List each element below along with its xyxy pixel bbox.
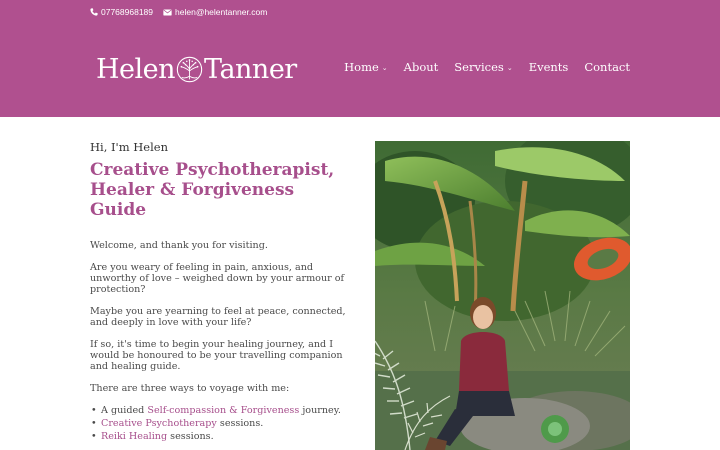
creative-psychotherapy-link[interactable]: Creative Psychotherapy bbox=[101, 418, 217, 429]
nav-label: Services bbox=[454, 60, 504, 74]
phone-icon bbox=[90, 8, 98, 16]
title-line-2: Healer & Forgiveness Guide bbox=[90, 180, 295, 220]
phone-contact[interactable]: 07768968189 bbox=[90, 7, 153, 17]
nav-label: Events bbox=[528, 60, 569, 74]
site-header: 07768968189 helen@helentanner.com Helen bbox=[0, 0, 720, 117]
list-item-text: A guided bbox=[101, 405, 148, 416]
page-title: Creative Psychotherapist, Healer & Forgi… bbox=[90, 160, 348, 220]
greeting: Hi, I'm Helen bbox=[90, 140, 169, 154]
intro-section: Hi, I'm Helen Creative Psychotherapist, … bbox=[90, 140, 348, 443]
email-contact[interactable]: helen@helentanner.com bbox=[163, 7, 267, 17]
main-nav: Home ⌄ About Services ⌄ Events Contact bbox=[344, 60, 630, 74]
list-item-text: journey. bbox=[299, 405, 341, 416]
list-item: A guided Self-compassion & Forgiveness j… bbox=[90, 404, 348, 417]
nav-item-about[interactable]: About bbox=[404, 60, 439, 74]
list-item: Reiki Healing sessions. bbox=[90, 430, 348, 443]
site-logo[interactable]: Helen Tanner bbox=[96, 52, 297, 86]
chevron-down-icon: ⌄ bbox=[381, 63, 388, 72]
logo-last-name: Tanner bbox=[204, 53, 297, 85]
list-item-text: sessions. bbox=[216, 418, 264, 429]
intro-paragraph: Are you weary of feeling in pain, anxiou… bbox=[90, 262, 345, 295]
reiki-healing-link[interactable]: Reiki Healing bbox=[101, 431, 167, 442]
intro-paragraph: There are three ways to voyage with me: bbox=[90, 383, 290, 394]
chevron-down-icon: ⌄ bbox=[506, 63, 513, 72]
portrait-photo bbox=[375, 141, 630, 450]
nav-item-services[interactable]: Services ⌄ bbox=[454, 60, 512, 74]
tree-of-life-icon bbox=[176, 56, 203, 82]
email-address[interactable]: helen@helentanner.com bbox=[175, 7, 267, 17]
nav-item-events[interactable]: Events bbox=[529, 60, 569, 74]
nav-label: Home bbox=[344, 60, 379, 74]
list-item-text: sessions. bbox=[167, 431, 214, 442]
welcome-paragraph: Welcome, and thank you for visiting. bbox=[90, 240, 268, 251]
list-item: Creative Psychotherapy sessions. bbox=[90, 417, 348, 430]
envelope-icon bbox=[163, 9, 172, 15]
self-compassion-link[interactable]: Self-compassion & Forgiveness bbox=[147, 405, 299, 416]
services-list: A guided Self-compassion & Forgiveness j… bbox=[90, 404, 348, 443]
main-content: Hi, I'm Helen Creative Psychotherapist, … bbox=[0, 117, 720, 450]
intro-paragraph: Maybe you are yearning to feel at peace,… bbox=[90, 306, 346, 328]
intro-paragraph: If so, it's time to begin your healing j… bbox=[90, 339, 343, 372]
nav-label: Contact bbox=[584, 60, 630, 74]
top-bar: 07768968189 helen@helentanner.com bbox=[90, 6, 267, 18]
nav-item-contact[interactable]: Contact bbox=[584, 60, 630, 74]
phone-number[interactable]: 07768968189 bbox=[101, 7, 153, 17]
nav-label: About bbox=[403, 60, 439, 74]
title-line-1: Creative Psychotherapist, bbox=[90, 160, 335, 180]
nav-item-home[interactable]: Home ⌄ bbox=[344, 60, 388, 74]
logo-first-name: Helen bbox=[96, 53, 176, 85]
